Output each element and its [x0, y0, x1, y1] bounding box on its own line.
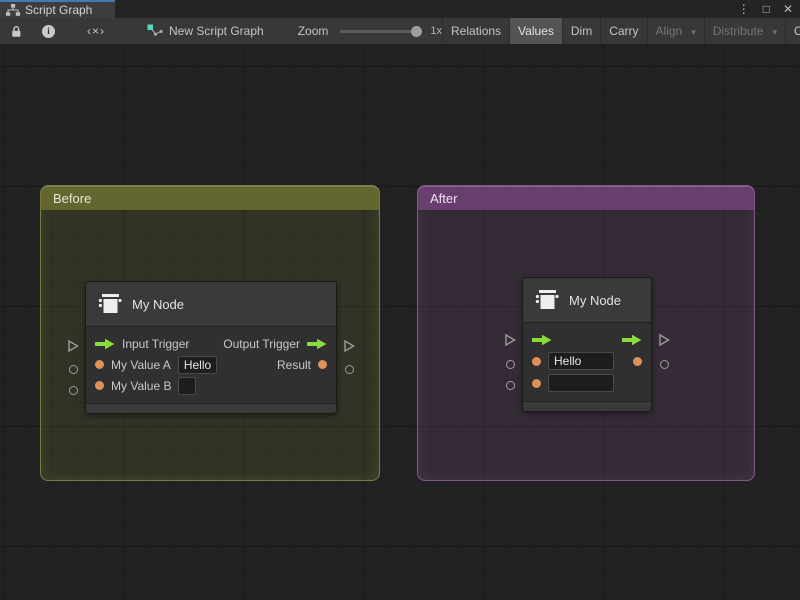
distribute-dropdown[interactable]: Distribute ▾: [705, 18, 785, 44]
align-label: Align: [656, 24, 683, 38]
new-graph-icon: [147, 24, 163, 38]
external-trigger-port[interactable]: [342, 339, 356, 353]
node-header[interactable]: My Node: [523, 278, 651, 323]
node-header[interactable]: My Node: [86, 282, 336, 327]
inspect-button[interactable]: i: [32, 18, 65, 44]
value-b-input[interactable]: [178, 377, 196, 395]
code-view-button[interactable]: ‹×›: [65, 18, 127, 44]
distribute-label: Distribute: [713, 24, 764, 38]
trigger-output-port[interactable]: [307, 338, 327, 350]
relations-button[interactable]: Relations: [443, 18, 509, 44]
group-before-header[interactable]: Before: [41, 186, 379, 210]
value-input-port[interactable]: [532, 379, 541, 388]
zoom-label: Zoom: [298, 24, 329, 38]
overview-label: Overview: [794, 24, 800, 38]
value-a-input[interactable]: Hello: [548, 352, 614, 370]
value-b-input[interactable]: [548, 374, 614, 392]
node-body: Hello: [523, 323, 651, 401]
port-label: Result: [277, 358, 311, 372]
info-icon: i: [42, 25, 55, 38]
graph-toolbar: i ‹×› New Script Graph Zoom 1x Relations…: [0, 18, 800, 45]
port-row: [523, 329, 651, 350]
zoom-value: 1x: [430, 25, 442, 37]
script-graph-icon: [6, 4, 20, 16]
value-input-port[interactable]: [532, 357, 541, 366]
lock-icon: [10, 25, 22, 38]
close-icon[interactable]: ✕: [783, 0, 793, 18]
chevron-down-icon: ▾: [691, 27, 696, 38]
dim-label: Dim: [571, 24, 592, 38]
value-input-port[interactable]: [95, 360, 104, 369]
external-value-port[interactable]: [503, 378, 517, 392]
group-title: After: [430, 191, 457, 206]
node-title: My Node: [132, 297, 184, 312]
port-label: Output Trigger: [223, 337, 300, 351]
external-value-port[interactable]: [657, 357, 671, 371]
group-title: Before: [53, 191, 91, 206]
external-value-port[interactable]: [66, 383, 80, 397]
node-body: Input Trigger Output Trigger My Value A …: [86, 327, 336, 403]
external-value-port[interactable]: [66, 362, 80, 376]
value-output-port[interactable]: [318, 360, 327, 369]
maximize-icon[interactable]: □: [763, 0, 770, 18]
new-script-graph-button[interactable]: New Script Graph: [139, 18, 272, 44]
carry-label: Carry: [609, 24, 638, 38]
value-output-port[interactable]: [633, 357, 642, 366]
tab-title: Script Graph: [25, 3, 92, 17]
group-after-header[interactable]: After: [418, 186, 754, 210]
title-bar: Script Graph ⋮ □ ✕: [0, 0, 800, 18]
carry-button[interactable]: Carry: [601, 18, 646, 44]
node-footer: [86, 403, 336, 413]
node-my-node-after[interactable]: My Node Hello: [522, 277, 652, 412]
external-value-port[interactable]: [503, 357, 517, 371]
tab-script-graph[interactable]: Script Graph: [0, 0, 115, 18]
port-label: Input Trigger: [122, 337, 189, 351]
menu-icon[interactable]: ⋮: [738, 0, 750, 18]
node-title: My Node: [569, 293, 621, 308]
relations-label: Relations: [451, 24, 501, 38]
unit-icon: [534, 287, 560, 313]
window-controls: ⋮ □ ✕: [738, 0, 793, 18]
overview-button[interactable]: Overview: [786, 18, 800, 44]
value-input-port[interactable]: [95, 381, 104, 390]
port-row: My Value A Hello Result: [86, 354, 336, 375]
trigger-output-port[interactable]: [622, 334, 642, 346]
external-value-port[interactable]: [342, 362, 356, 376]
zoom-slider[interactable]: [340, 30, 422, 33]
trigger-input-port[interactable]: [532, 334, 552, 346]
graph-canvas[interactable]: Before After My Node Input: [0, 45, 800, 600]
node-footer: [523, 401, 651, 411]
chevron-down-icon: ▾: [772, 27, 777, 38]
node-my-node-before[interactable]: My Node Input Trigger Output Trigger My …: [85, 281, 337, 414]
values-label: Values: [518, 24, 554, 38]
zoom-slider-handle[interactable]: [411, 26, 422, 37]
port-row: Hello: [523, 350, 651, 372]
code-icon: ‹×›: [87, 24, 105, 38]
trigger-input-port[interactable]: [95, 338, 115, 350]
lock-button[interactable]: [0, 18, 32, 44]
dim-button[interactable]: Dim: [563, 18, 600, 44]
new-graph-label: New Script Graph: [169, 24, 264, 38]
unit-icon: [97, 291, 123, 317]
port-label: My Value B: [111, 379, 171, 393]
port-row: Input Trigger Output Trigger: [86, 333, 336, 354]
zoom-control: Zoom 1x: [298, 18, 442, 44]
port-row: [523, 372, 651, 394]
values-button[interactable]: Values: [510, 18, 562, 44]
external-trigger-port[interactable]: [66, 339, 80, 353]
align-dropdown[interactable]: Align ▾: [648, 18, 704, 44]
external-trigger-port[interactable]: [503, 333, 517, 347]
value-a-input[interactable]: Hello: [178, 356, 217, 374]
port-label: My Value A: [111, 358, 171, 372]
port-row: My Value B: [86, 375, 336, 396]
toolbar-right-group: Relations Values Dim Carry Align ▾ Distr…: [442, 18, 800, 44]
external-trigger-port[interactable]: [657, 333, 671, 347]
